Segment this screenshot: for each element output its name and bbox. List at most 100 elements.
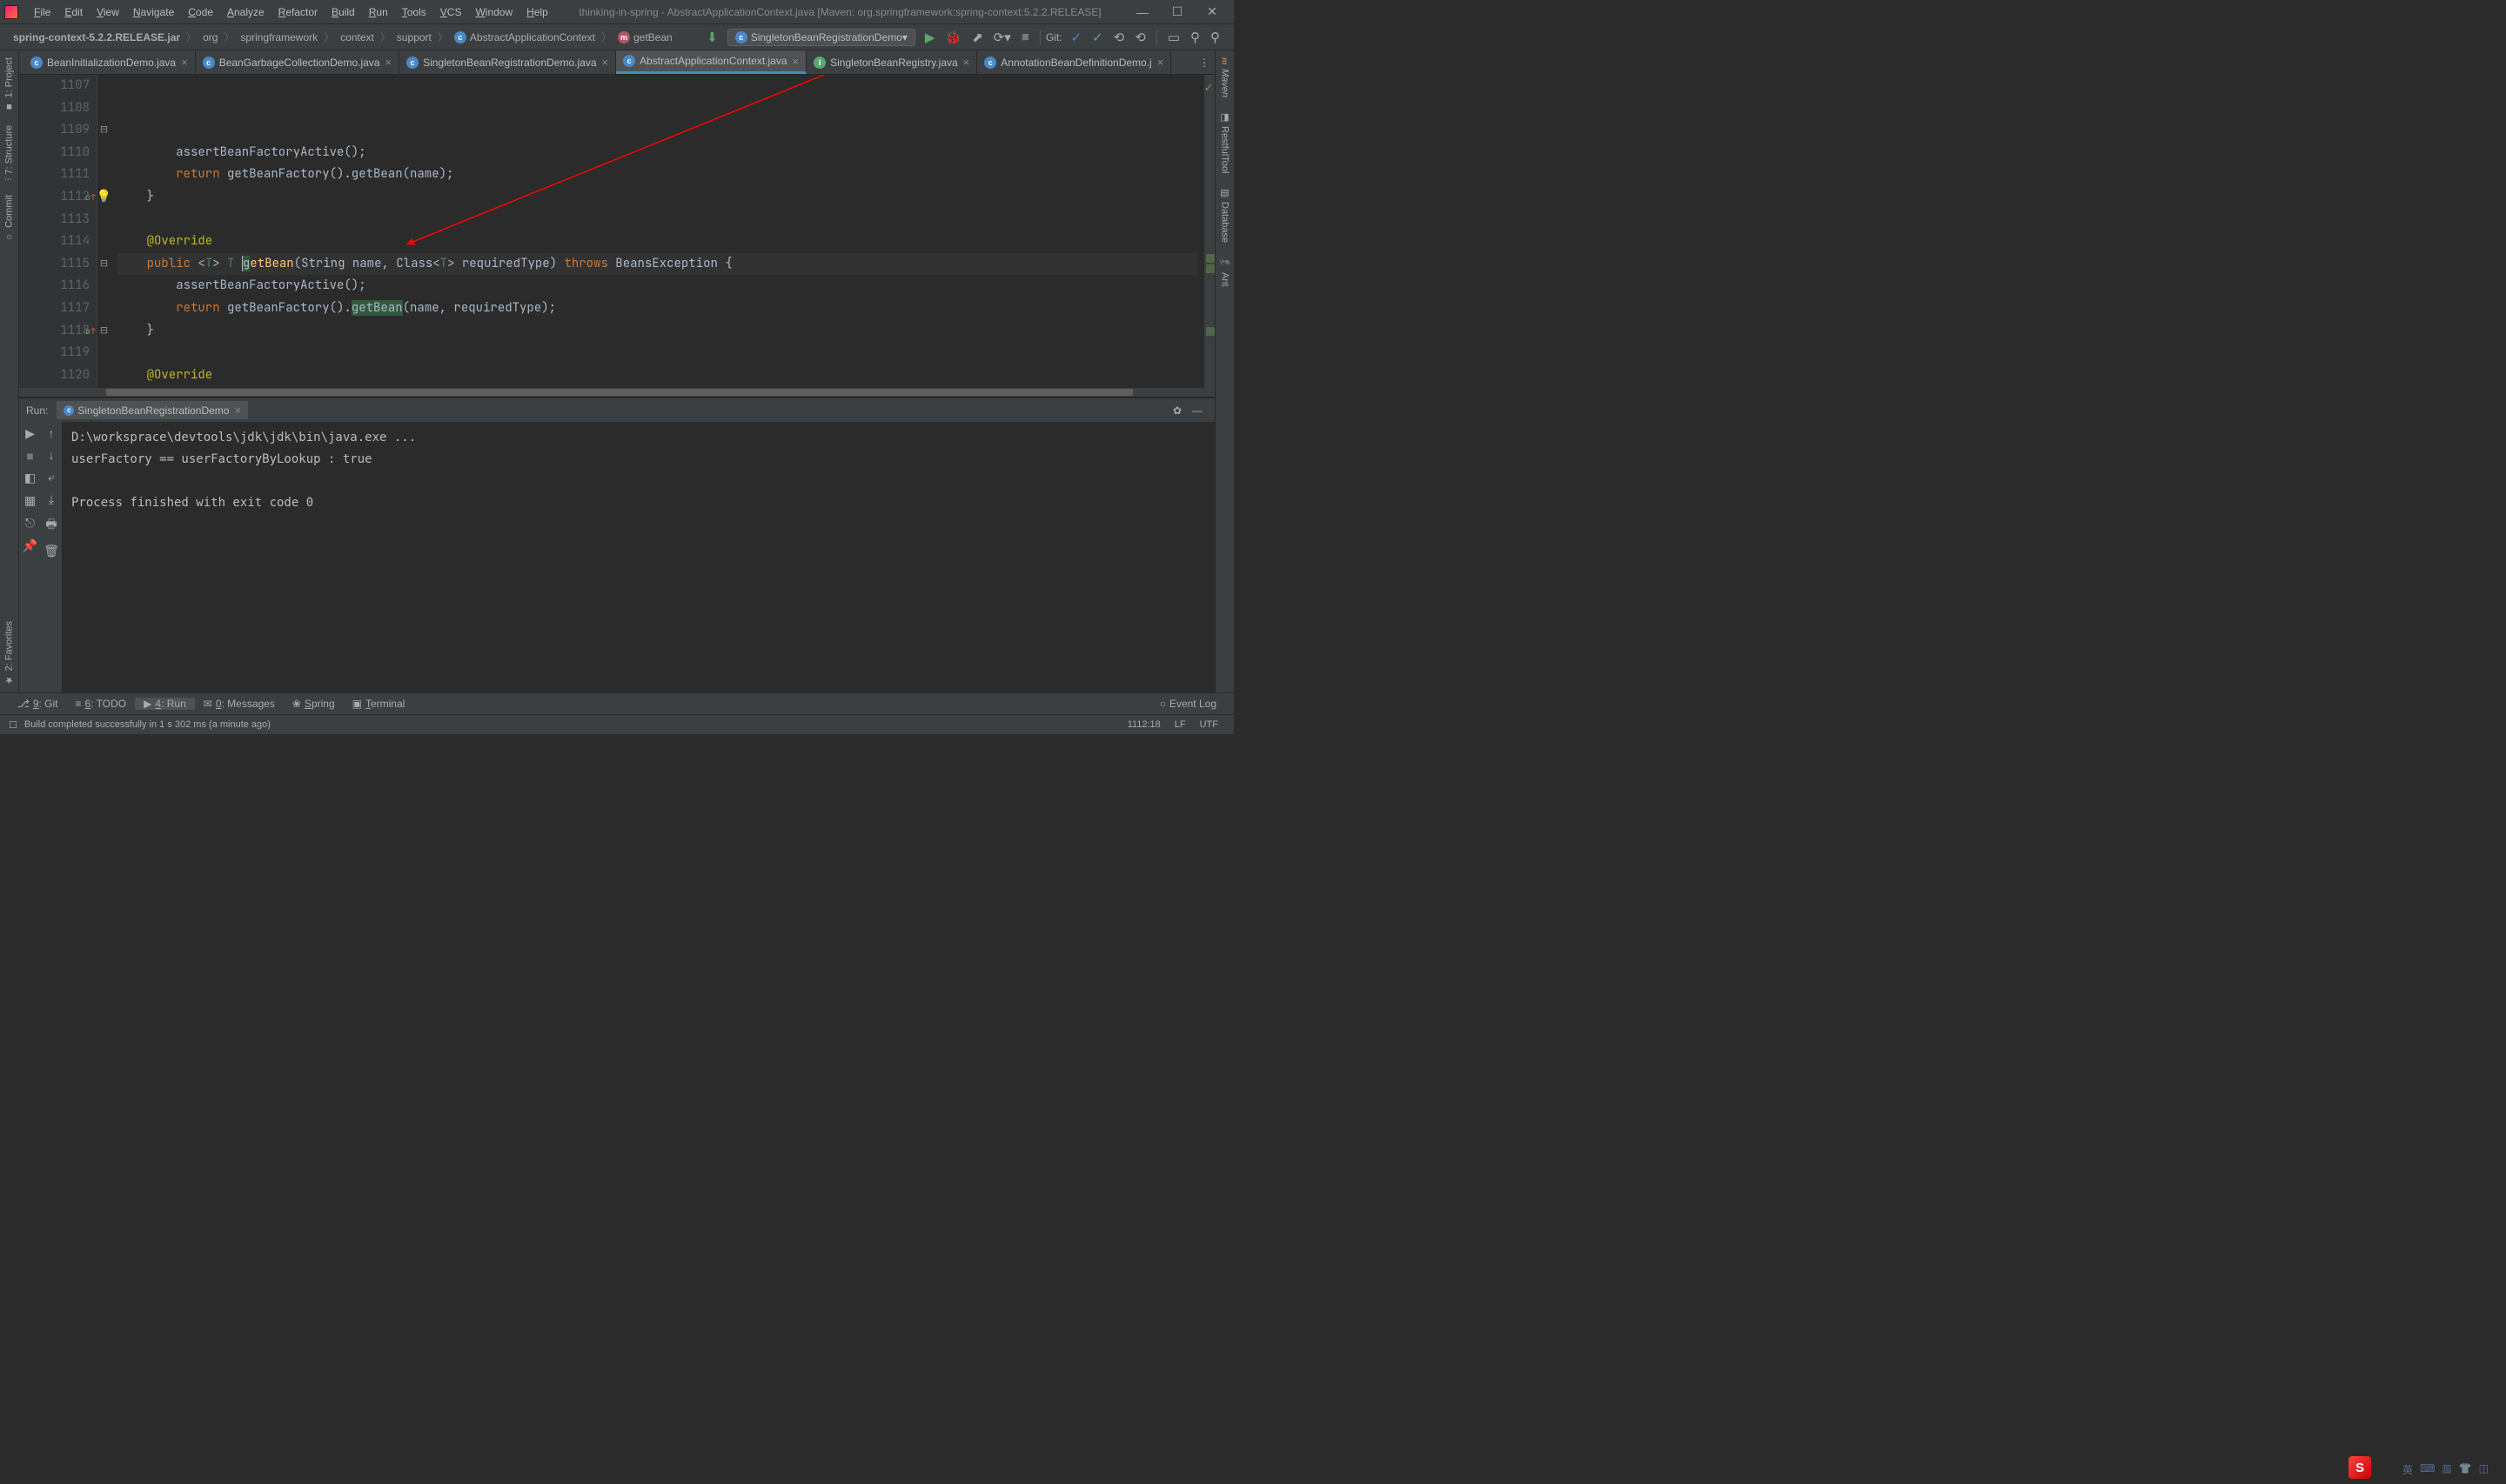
stop-run-button[interactable]: ■ [26,449,33,463]
minimize-button[interactable]: — [1125,5,1160,19]
structure-tool-tab[interactable]: ⫶7: Structure [0,118,18,188]
breadcrumb-pkg[interactable]: springframework [236,31,322,43]
fold-gutter[interactable]: ⊟💡⊟⊟ [97,75,111,388]
editor-tab[interactable]: cSingletonBeanRegistrationDemo.java× [399,50,616,74]
git-revert-button[interactable]: ⟲ [1129,30,1151,45]
git-commit-button[interactable]: ✓ [1087,30,1109,45]
menu-window[interactable]: Window [468,6,519,18]
run-configuration-dropdown[interactable]: c SingletonBeanRegistrationDemo ▾ [727,29,915,46]
show-more-tabs-button[interactable]: ⋮ [1194,57,1215,69]
clear-console-button[interactable]: 🗑 [44,544,59,558]
menu-refactor[interactable]: Refactor [271,6,325,18]
editor-tab[interactable]: cAnnotationBeanDefinitionDemo.j× [977,50,1171,74]
close-icon[interactable]: × [963,56,970,69]
editor-tab[interactable]: cAbstractApplicationContext.java× [616,50,807,74]
breadcrumb-pkg[interactable]: org [198,31,222,43]
menu-help[interactable]: Help [519,6,555,18]
breadcrumb-method[interactable]: mgetBean [613,31,677,43]
pin-button[interactable]: 📌 [23,538,37,553]
file-icon: c [623,55,635,67]
ant-tool-tab[interactable]: 🐜Ant [1216,250,1234,293]
stop-button[interactable]: ■ [1016,30,1035,44]
tool-window-git[interactable]: ⎇9: Git [9,698,67,710]
git-update-button[interactable]: ✓ [1066,30,1088,45]
horizontal-scrollbar[interactable] [19,388,1215,397]
code-pane[interactable]: 110711081109111011111112o↑11131114111511… [19,75,1215,388]
run-settings-button[interactable]: ✿ [1168,404,1187,417]
scroll-to-end-button[interactable]: ⤓ [49,492,54,507]
debug-button[interactable]: 🐞 [940,30,967,45]
hide-panel-button[interactable]: — [1187,404,1208,417]
breadcrumb-pkg[interactable]: support [392,31,436,43]
menu-view[interactable]: View [90,6,126,18]
profile-button[interactable]: ⟳▾ [988,30,1016,45]
breadcrumb-class[interactable]: cAbstractApplicationContext [450,31,600,43]
menu-vcs[interactable]: VCS [433,6,469,18]
tool-window-run[interactable]: ▶4: Run [135,698,195,710]
down-stack-button[interactable]: ↓ [49,448,55,462]
menu-edit[interactable]: Edit [57,6,90,18]
close-icon[interactable]: × [793,55,800,68]
menu-analyze[interactable]: Analyze [220,6,271,18]
menu-navigate[interactable]: Navigate [126,6,181,18]
build-button[interactable]: ⬇ [701,30,723,45]
ide-errors-button[interactable]: ▭ [1163,30,1185,45]
breadcrumb-jar[interactable]: spring-context-5.2.2.RELEASE.jar [9,31,184,43]
exit-button[interactable]: ⎋ [25,516,35,531]
commit-tool-tab[interactable]: ○Commit [0,188,18,249]
tool-window-messages[interactable]: ✉0: Messages [195,698,284,710]
search-everywhere-button[interactable]: ⚲ [1185,30,1205,45]
project-tool-tab[interactable]: ■1: Project [0,50,18,118]
close-button[interactable]: ✕ [1195,4,1230,19]
close-icon[interactable]: × [1157,56,1164,69]
editor-tab[interactable]: cBeanInitializationDemo.java× [23,50,196,74]
run-panel-body: ▶ ■ ◧ ▦ ⎋ 📌 ↑ ↓ ⤶ ⤓ 🖶 🗑 [19,422,1215,692]
editor-minimap[interactable]: ✓ [1204,75,1215,388]
event-log-button[interactable]: ○Event Log [1151,698,1225,710]
tool-window-spring[interactable]: ❀Spring [284,698,344,710]
menu-tools[interactable]: Tools [395,6,433,18]
rerun-button[interactable]: ▶ [25,426,35,441]
class-icon: c [454,31,466,43]
menu-file[interactable]: File [27,6,57,18]
coverage-button[interactable]: ⬈ [967,30,988,45]
run-button[interactable]: ▶ [920,30,941,45]
tool-window-terminal[interactable]: ▣Terminal [344,698,414,710]
layout-button[interactable]: ▦ [24,493,36,508]
run-console[interactable]: D:\worksprace\devtools\jdk\jdk\bin\java.… [63,422,1215,692]
database-tool-tab[interactable]: ▤Database [1216,180,1234,250]
file-encoding[interactable]: UTF [1193,719,1225,730]
dump-threads-button[interactable]: ◧ [24,471,36,485]
git-history-button[interactable]: ⟲ [1109,30,1130,45]
line-separator[interactable]: LF [1168,719,1193,730]
ime-badge[interactable]: S [2349,1456,2371,1479]
code-text[interactable]: assertBeanFactoryActive(); return getBea… [111,75,1204,388]
settings-button[interactable]: ⚲ [1205,30,1225,45]
favorites-tool-tab[interactable]: ★2: Favorites [0,614,18,692]
close-icon[interactable]: × [181,56,188,69]
editor-tab[interactable]: ISingletonBeanRegistry.java× [807,50,977,74]
tray-icons: 英⌨▥👕◫ [2402,1462,2489,1477]
restfultool-tab[interactable]: ◨RestfulTool [1216,104,1234,180]
menu-run[interactable]: Run [362,6,395,18]
status-icon[interactable]: ☐ [9,719,17,731]
close-icon[interactable]: × [234,404,241,417]
run-tab[interactable]: c SingletonBeanRegistrationDemo × [57,401,248,419]
file-icon: c [30,57,43,69]
up-stack-button[interactable]: ↑ [49,426,55,440]
tool-window-todo[interactable]: ≡6: TODO [67,698,136,710]
print-button[interactable]: 🖶 [45,515,57,536]
close-icon[interactable]: × [385,56,392,69]
breadcrumb-pkg[interactable]: context [336,31,379,43]
caret-position[interactable]: 1112:18 [1121,719,1168,730]
maximize-button[interactable]: ☐ [1160,4,1195,19]
soft-wrap-button[interactable]: ⤶ [48,470,55,485]
close-icon[interactable]: × [602,56,609,69]
editor-column: cBeanInitializationDemo.java×cBeanGarbag… [19,50,1215,692]
maven-tool-tab[interactable]: mMaven [1216,50,1234,104]
right-tool-strip: mMaven ◨RestfulTool ▤Database 🐜Ant [1215,50,1234,692]
app-icon [4,5,18,19]
menu-build[interactable]: Build [325,6,362,18]
menu-code[interactable]: Code [181,6,220,18]
editor-tab[interactable]: cBeanGarbageCollectionDemo.java× [196,50,399,74]
